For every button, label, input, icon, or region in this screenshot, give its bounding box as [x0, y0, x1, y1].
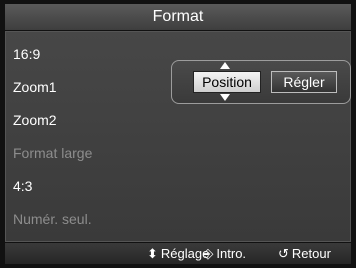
menu-panel: 16:9 Zoom1 Zoom2 Format large 4:3 Numér.… [5, 31, 351, 242]
hint-retour-label: Retour [291, 246, 331, 261]
updown-icon: ⬍ [147, 246, 158, 261]
osd-window: Format 16:9 Zoom1 Zoom2 Format large 4:3… [0, 0, 356, 268]
menu-item-format-large: Format large [13, 145, 93, 161]
return-icon: ↺ [278, 246, 289, 261]
arrow-down-icon[interactable] [220, 94, 230, 101]
regler-button[interactable]: Régler [271, 71, 337, 93]
window-title: Format [5, 4, 351, 30]
hint-retour: ↺ Retour [278, 243, 331, 264]
menu-item-numer-seul: Numér. seul. [13, 211, 92, 227]
menu-item-zoom2[interactable]: Zoom2 [13, 112, 57, 128]
footer-hints: ⬍ Réglage ⎆ Intro. ↺ Retour [5, 243, 351, 264]
hint-intro: ⎆ Intro. [203, 243, 246, 264]
position-button[interactable]: Position [193, 71, 261, 93]
menu-item-16-9[interactable]: 16:9 [13, 46, 40, 62]
hint-reglage: ⬍ Réglage [147, 243, 209, 264]
zoom-options-popup: Position Régler [171, 60, 351, 104]
arrow-up-icon[interactable] [220, 62, 230, 69]
menu-item-4-3[interactable]: 4:3 [13, 178, 32, 194]
menu-item-zoom1[interactable]: Zoom1 [13, 79, 57, 95]
enter-icon: ⎆ [203, 246, 214, 261]
hint-intro-label: Intro. [216, 246, 247, 261]
